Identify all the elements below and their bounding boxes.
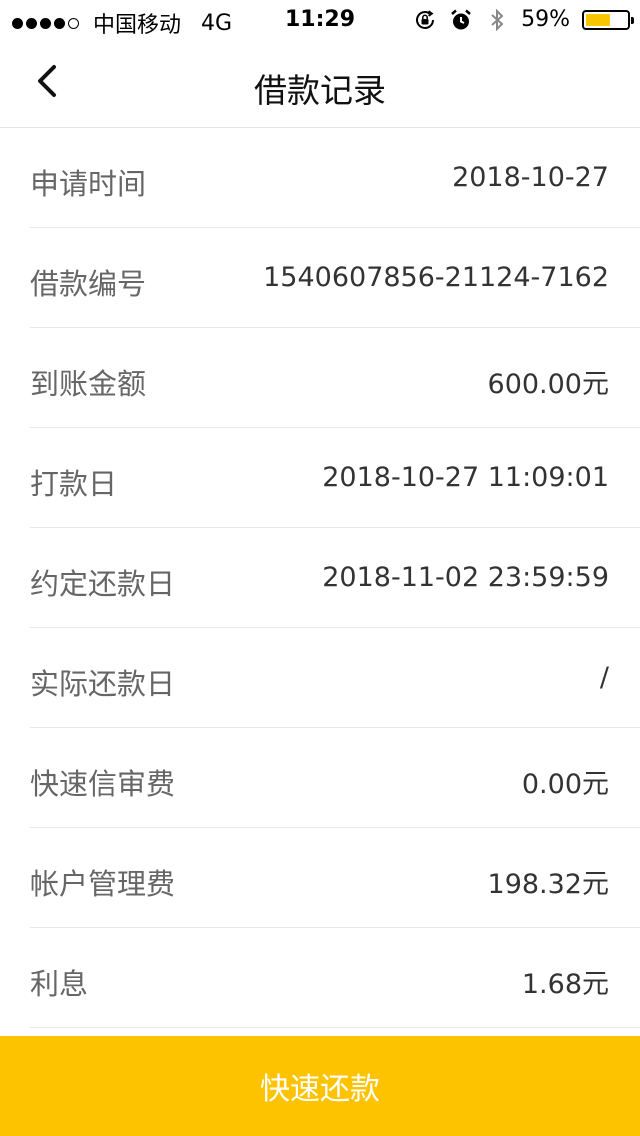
detail-value: 2018-10-27 11:09:01 xyxy=(322,462,609,493)
detail-row-actual-repayment-date: 实际还款日 / xyxy=(30,628,640,728)
status-bar: 中国移动 4G 11:29 59% xyxy=(0,0,640,40)
detail-row-received-amount: 到账金额 600.00元 xyxy=(30,328,640,428)
detail-row-account-management-fee: 帐户管理费 198.32元 xyxy=(30,828,640,928)
loan-record-screen: 中国移动 4G 11:29 59% 借款记录 申请时间 2018-10-27 借… xyxy=(0,0,640,1136)
detail-value: 198.32元 xyxy=(487,869,609,900)
detail-label: 快速信审费 xyxy=(30,767,176,801)
alarm-icon xyxy=(449,8,473,32)
detail-row-credit-review-fee: 快速信审费 0.00元 xyxy=(30,728,640,828)
detail-row-application-time: 申请时间 2018-10-27 xyxy=(30,128,640,228)
quick-repay-button[interactable]: 快速还款 xyxy=(0,1036,640,1136)
detail-value: 2018-10-27 xyxy=(452,162,609,193)
battery-icon xyxy=(582,9,634,30)
detail-label: 帐户管理费 xyxy=(30,867,176,901)
detail-label: 借款编号 xyxy=(30,267,147,301)
detail-value: 0.00元 xyxy=(521,769,609,800)
page-title: 借款记录 xyxy=(254,71,386,110)
detail-row-payout-date: 打款日 2018-10-27 11:09:01 xyxy=(30,428,640,528)
detail-value: / xyxy=(599,662,609,693)
detail-row-interest: 利息 1.68元 xyxy=(30,928,640,1028)
detail-value: 1540607856-21124-7162 xyxy=(263,262,609,293)
status-right: 59% xyxy=(413,7,634,32)
detail-label: 约定还款日 xyxy=(30,567,176,601)
detail-row-loan-number: 借款编号 1540607856-21124-7162 xyxy=(30,228,640,328)
detail-label: 申请时间 xyxy=(30,167,147,201)
detail-row-due-date: 约定还款日 2018-11-02 23:59:59 xyxy=(30,528,640,628)
detail-value: 1.68元 xyxy=(521,969,609,1000)
detail-label: 到账金额 xyxy=(30,367,147,401)
detail-label: 利息 xyxy=(30,967,89,1001)
detail-value: 600.00元 xyxy=(487,369,609,400)
navigation-bar: 借款记录 xyxy=(0,40,640,128)
detail-label: 打款日 xyxy=(30,467,118,501)
detail-label: 实际还款日 xyxy=(30,667,176,701)
detail-value: 2018-11-02 23:59:59 xyxy=(322,562,609,593)
loan-detail-list: 申请时间 2018-10-27 借款编号 1540607856-21124-71… xyxy=(0,128,640,1028)
battery-level-fill xyxy=(586,13,610,26)
bluetooth-icon xyxy=(485,8,509,32)
battery-percent: 59% xyxy=(521,7,570,32)
rotation-lock-icon xyxy=(413,8,437,32)
